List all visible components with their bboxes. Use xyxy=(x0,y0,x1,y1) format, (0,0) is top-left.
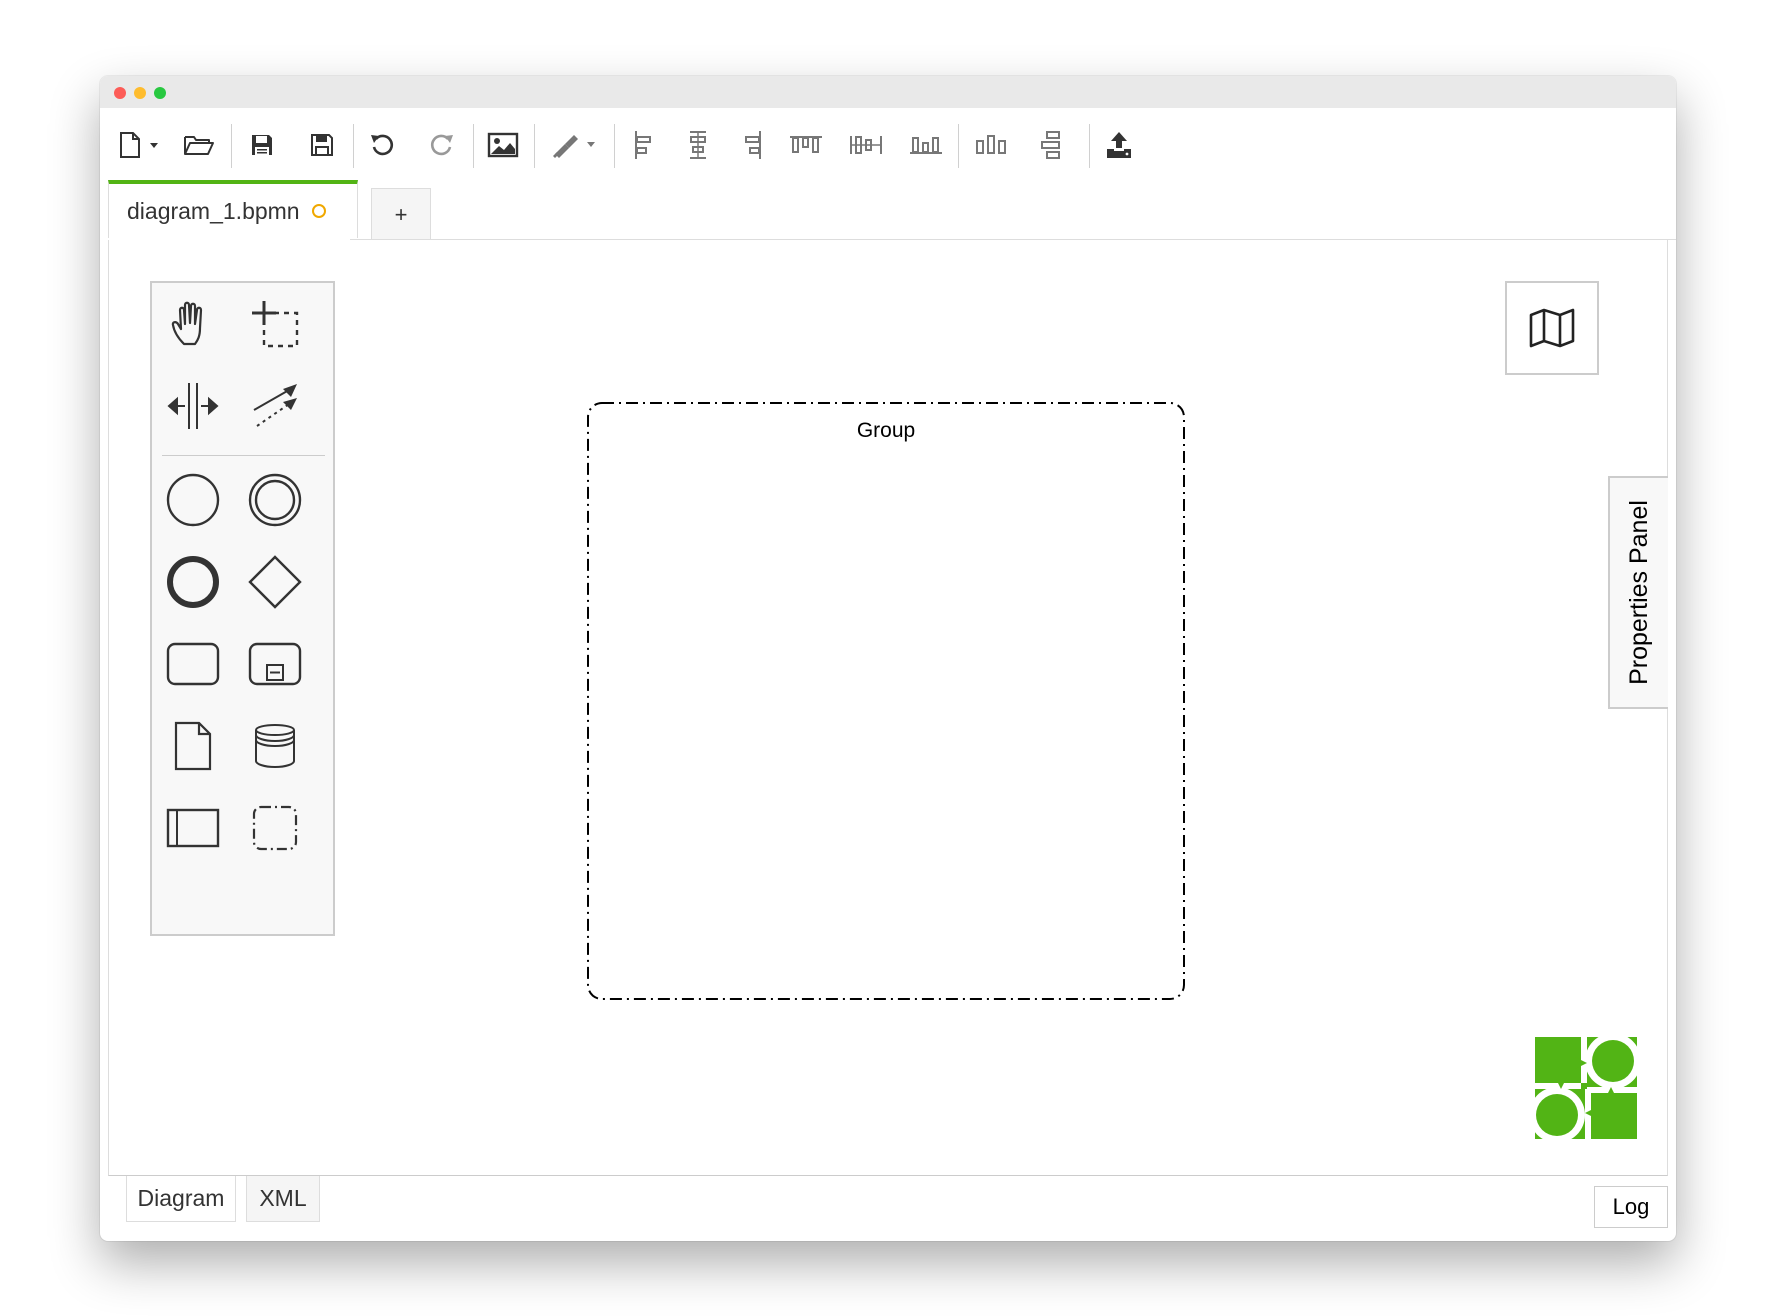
undo-icon xyxy=(371,134,394,156)
task-icon xyxy=(166,642,220,686)
align-bottom-button[interactable] xyxy=(906,128,946,162)
intermediate-event-tool[interactable] xyxy=(235,460,315,540)
distribute-horizontal-button[interactable] xyxy=(971,128,1011,162)
lasso-tool[interactable] xyxy=(235,284,315,364)
start-event-icon xyxy=(166,473,220,527)
group-tool[interactable] xyxy=(235,788,315,868)
properties-panel-toggle[interactable]: Properties Panel xyxy=(1608,476,1668,709)
subprocess-icon xyxy=(248,642,302,686)
file-tab-bar: diagram_1.bpmn + xyxy=(108,180,1668,241)
group-border xyxy=(587,402,1185,1000)
floppy-disk-outline-icon xyxy=(311,134,333,156)
bpmn-io-logo[interactable] xyxy=(1533,1035,1639,1141)
participant-icon xyxy=(166,808,220,848)
save-as-button[interactable] xyxy=(305,128,339,162)
tab-xml-view[interactable]: XML xyxy=(246,1176,320,1222)
close-icon[interactable] xyxy=(114,87,126,99)
align-middle-icon xyxy=(850,136,882,154)
data-store-tool[interactable] xyxy=(235,706,315,786)
save-button[interactable] xyxy=(245,128,279,162)
deploy-upload-icon xyxy=(1107,132,1131,158)
align-left-button[interactable] xyxy=(627,128,661,162)
new-file-icon xyxy=(120,132,158,158)
new-file-button[interactable] xyxy=(114,128,166,162)
tab-diagram-view[interactable]: Diagram xyxy=(126,1176,236,1222)
add-tab-button[interactable]: + xyxy=(371,188,431,241)
tab-diagram-file[interactable]: diagram_1.bpmn xyxy=(108,180,358,238)
distribute-vertical-icon xyxy=(1041,131,1060,159)
edit-color-button[interactable] xyxy=(549,128,601,162)
data-object-icon xyxy=(174,721,212,771)
minimap-toggle-button[interactable] xyxy=(1505,281,1599,375)
hand-tool[interactable] xyxy=(153,284,233,364)
align-top-icon xyxy=(790,136,822,153)
subprocess-tool[interactable] xyxy=(235,624,315,704)
start-event-tool[interactable] xyxy=(153,460,233,540)
align-left-icon xyxy=(635,131,651,159)
app-window: diagram_1.bpmn + Group Properties Panel … xyxy=(100,76,1676,1241)
lasso-tool-icon xyxy=(252,301,299,348)
data-store-icon xyxy=(255,724,295,769)
bottom-bar: Diagram XML Log xyxy=(108,1176,1668,1236)
folder-open-icon xyxy=(184,136,214,155)
space-tool[interactable] xyxy=(153,366,233,446)
connection-tool[interactable] xyxy=(235,366,315,446)
group-icon xyxy=(252,805,298,851)
toolbar xyxy=(100,108,1676,178)
title-bar xyxy=(100,76,1676,108)
unsaved-indicator-icon xyxy=(311,204,326,218)
end-event-icon xyxy=(167,556,219,608)
map-icon xyxy=(1529,308,1575,348)
gateway-icon xyxy=(248,555,302,609)
tool-palette xyxy=(150,281,335,936)
diagram-canvas[interactable]: Group Properties Panel xyxy=(108,240,1668,1176)
tab-file-name: diagram_1.bpmn xyxy=(127,197,300,224)
align-top-button[interactable] xyxy=(786,128,826,162)
task-tool[interactable] xyxy=(153,624,233,704)
align-right-icon xyxy=(745,131,761,159)
distribute-horizontal-icon xyxy=(976,135,1006,154)
data-object-tool[interactable] xyxy=(153,706,233,786)
floppy-disk-icon xyxy=(252,135,272,155)
align-middle-button[interactable] xyxy=(846,128,886,162)
align-right-button[interactable] xyxy=(735,128,769,162)
redo-button[interactable] xyxy=(424,128,458,162)
distribute-vertical-button[interactable] xyxy=(1035,128,1069,162)
open-file-button[interactable] xyxy=(182,128,216,162)
connection-tool-icon xyxy=(253,384,297,427)
gateway-tool[interactable] xyxy=(235,542,315,622)
end-event-tool[interactable] xyxy=(153,542,233,622)
properties-panel-label: Properties Panel xyxy=(1624,500,1653,685)
log-toggle-button[interactable]: Log xyxy=(1594,1186,1668,1228)
intermediate-event-icon xyxy=(248,473,302,527)
hand-tool-icon xyxy=(171,301,203,346)
space-tool-icon xyxy=(167,383,219,429)
align-center-icon xyxy=(690,131,706,159)
align-center-button[interactable] xyxy=(681,128,715,162)
redo-icon xyxy=(430,134,453,156)
paint-brush-icon xyxy=(553,135,595,158)
zoom-icon[interactable] xyxy=(154,87,166,99)
align-bottom-icon xyxy=(910,137,942,154)
participant-tool[interactable] xyxy=(153,788,233,868)
image-icon xyxy=(487,132,519,158)
undo-button[interactable] xyxy=(366,128,400,162)
minimize-icon[interactable] xyxy=(134,87,146,99)
group-element[interactable]: Group xyxy=(586,401,1186,1001)
deploy-button[interactable] xyxy=(1102,128,1136,162)
export-image-button[interactable] xyxy=(486,128,520,162)
group-label[interactable]: Group xyxy=(586,419,1186,443)
